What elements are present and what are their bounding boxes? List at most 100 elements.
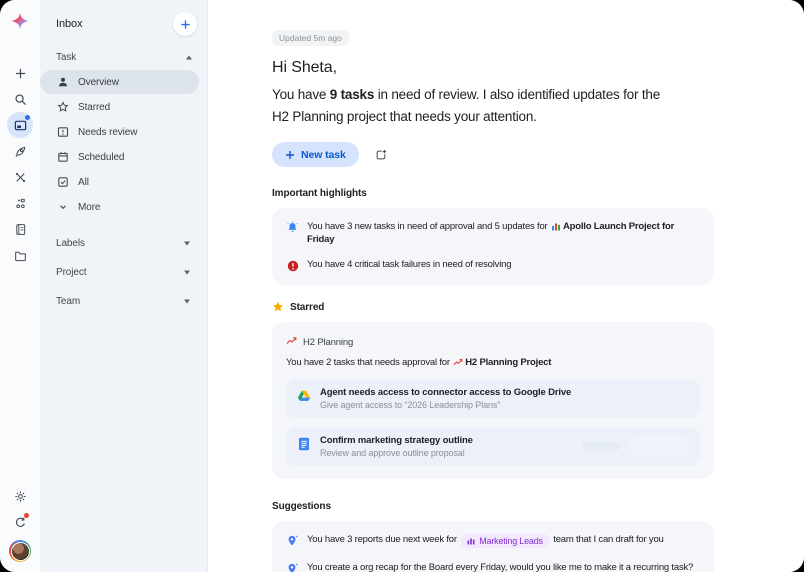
suggestions-card: You have 3 reports due next week for Mar… — [272, 521, 714, 572]
suggestion-text: You create a org recap for the Board eve… — [307, 562, 693, 572]
sidebar-item-starred[interactable]: Starred — [40, 95, 199, 119]
line-chart-icon — [286, 335, 297, 349]
sidebar-item-overview[interactable]: Overview — [40, 70, 199, 94]
main-content: Updated 5m ago Hi Sheta, You have 9 task… — [208, 0, 804, 572]
sidebar-title: Inbox — [56, 18, 82, 30]
section-task[interactable]: Task — [40, 45, 207, 69]
sparkle-pin-icon — [286, 534, 299, 547]
user-avatar[interactable] — [9, 540, 31, 562]
gemini-logo-icon — [11, 12, 29, 30]
sidebar-item-needs-review[interactable]: Needs review — [40, 120, 199, 144]
star-icon — [272, 301, 284, 313]
task-title: Confirm marketing strategy outline — [320, 435, 473, 446]
inbox-button-rail[interactable] — [7, 112, 33, 138]
google-docs-icon — [296, 436, 311, 451]
section-labels[interactable]: Labels — [40, 229, 207, 258]
avatar-photo — [11, 542, 30, 561]
ghost-dismiss[interactable] — [582, 442, 620, 451]
suggestion-text: You have 3 reports due next week for Mar… — [307, 534, 664, 548]
rocket-icon — [14, 145, 27, 158]
feedback-icon — [56, 126, 69, 139]
caret-up-icon — [185, 55, 193, 60]
sidebar-item-all[interactable]: All — [40, 170, 199, 194]
starred-header: Starred — [272, 301, 804, 313]
section-project[interactable]: Project — [40, 258, 207, 287]
task-title: Agent needs access to connector access t… — [320, 387, 571, 398]
item-label: More — [78, 202, 100, 213]
updated-badge: Updated 5m ago — [272, 30, 349, 46]
calendar-icon — [56, 151, 69, 164]
suggestion-row[interactable]: You create a org recap for the Board eve… — [286, 562, 700, 572]
section-team[interactable]: Team — [40, 287, 207, 316]
error-icon — [286, 259, 299, 272]
item-label: Needs review — [78, 127, 137, 138]
search-button-rail[interactable] — [7, 86, 33, 112]
highlight-row[interactable]: You have 4 critical task failures in nee… — [286, 259, 700, 272]
highlight-text: You have 3 new tasks in need of approval… — [307, 221, 700, 245]
marketing-leads-chip[interactable]: Marketing Leads — [461, 534, 549, 548]
project-label: H2 Planning — [303, 337, 353, 348]
hover-actions-ghost — [582, 436, 690, 457]
add-to-list-icon — [375, 148, 387, 162]
caret-down-icon — [183, 241, 191, 246]
section-label: Project — [56, 267, 86, 278]
chevron-down-icon — [56, 201, 69, 214]
task-text: Confirm marketing strategy outline Revie… — [320, 435, 473, 458]
bar-chart-icon — [551, 221, 561, 234]
highlight-row[interactable]: You have 3 new tasks in need of approval… — [286, 221, 700, 245]
add-to-list-button[interactable] — [369, 143, 393, 167]
highlights-card: You have 3 new tasks in need of approval… — [272, 208, 714, 285]
checkbox-icon — [56, 176, 69, 189]
files-button-rail[interactable] — [7, 242, 33, 268]
add-button[interactable] — [173, 12, 197, 36]
inbox-icon — [14, 119, 27, 132]
org-icon — [14, 197, 27, 210]
search-icon — [14, 93, 27, 106]
highlight-text: You have 4 critical task failures in nee… — [307, 259, 511, 270]
updates-button[interactable] — [7, 509, 33, 535]
sidebar-item-more[interactable]: More — [40, 195, 199, 219]
plus-icon — [180, 19, 191, 30]
notification-dot — [25, 115, 30, 120]
item-label: Starred — [78, 102, 110, 113]
ghost-confirm-button[interactable] — [628, 436, 690, 457]
tools-button-rail[interactable] — [7, 164, 33, 190]
item-label: Scheduled — [78, 152, 124, 163]
sparkle-pin-icon — [286, 562, 299, 572]
address-book-icon — [14, 223, 27, 236]
plus-icon — [285, 150, 295, 160]
starred-title: Starred — [290, 302, 324, 313]
plus-icon — [14, 67, 27, 80]
section-label: Labels — [56, 238, 85, 249]
settings-button[interactable] — [7, 483, 33, 509]
folder-icon — [14, 249, 27, 262]
highlights-title: Important highlights — [272, 188, 804, 199]
task-row-drive-access[interactable]: Agent needs access to connector access t… — [286, 379, 700, 418]
item-label: All — [78, 177, 89, 188]
bell-icon — [286, 221, 299, 234]
new-button-rail[interactable] — [7, 60, 33, 86]
app-window: Inbox Task Overview Starred Needs review… — [0, 0, 804, 572]
person-icon — [56, 76, 69, 89]
section-label: Task — [56, 52, 76, 63]
sidebar-item-scheduled[interactable]: Scheduled — [40, 145, 199, 169]
summary-text: You have 9 tasks in need of review. I al… — [272, 84, 680, 127]
gear-icon — [14, 490, 27, 503]
toolbar: New task — [272, 142, 804, 167]
caret-down-icon — [183, 299, 191, 304]
starred-summary: You have 2 tasks that needs approval for… — [286, 357, 700, 370]
alert-dot — [24, 513, 29, 518]
line-chart-icon — [453, 357, 463, 370]
tools-icon — [14, 171, 27, 184]
task-row-marketing-outline[interactable]: Confirm marketing strategy outline Revie… — [286, 427, 700, 466]
caret-down-icon — [183, 270, 191, 275]
new-task-button[interactable]: New task — [272, 142, 359, 167]
notes-button-rail[interactable] — [7, 216, 33, 242]
project-row[interactable]: H2 Planning — [286, 335, 700, 349]
org-button-rail[interactable] — [7, 190, 33, 216]
task-subtitle: Review and approve outline proposal — [320, 448, 473, 458]
suggestion-row[interactable]: You have 3 reports due next week for Mar… — [286, 534, 700, 548]
summary-bold: 9 tasks — [330, 87, 374, 102]
task-text: Agent needs access to connector access t… — [320, 387, 571, 410]
rocket-button-rail[interactable] — [7, 138, 33, 164]
